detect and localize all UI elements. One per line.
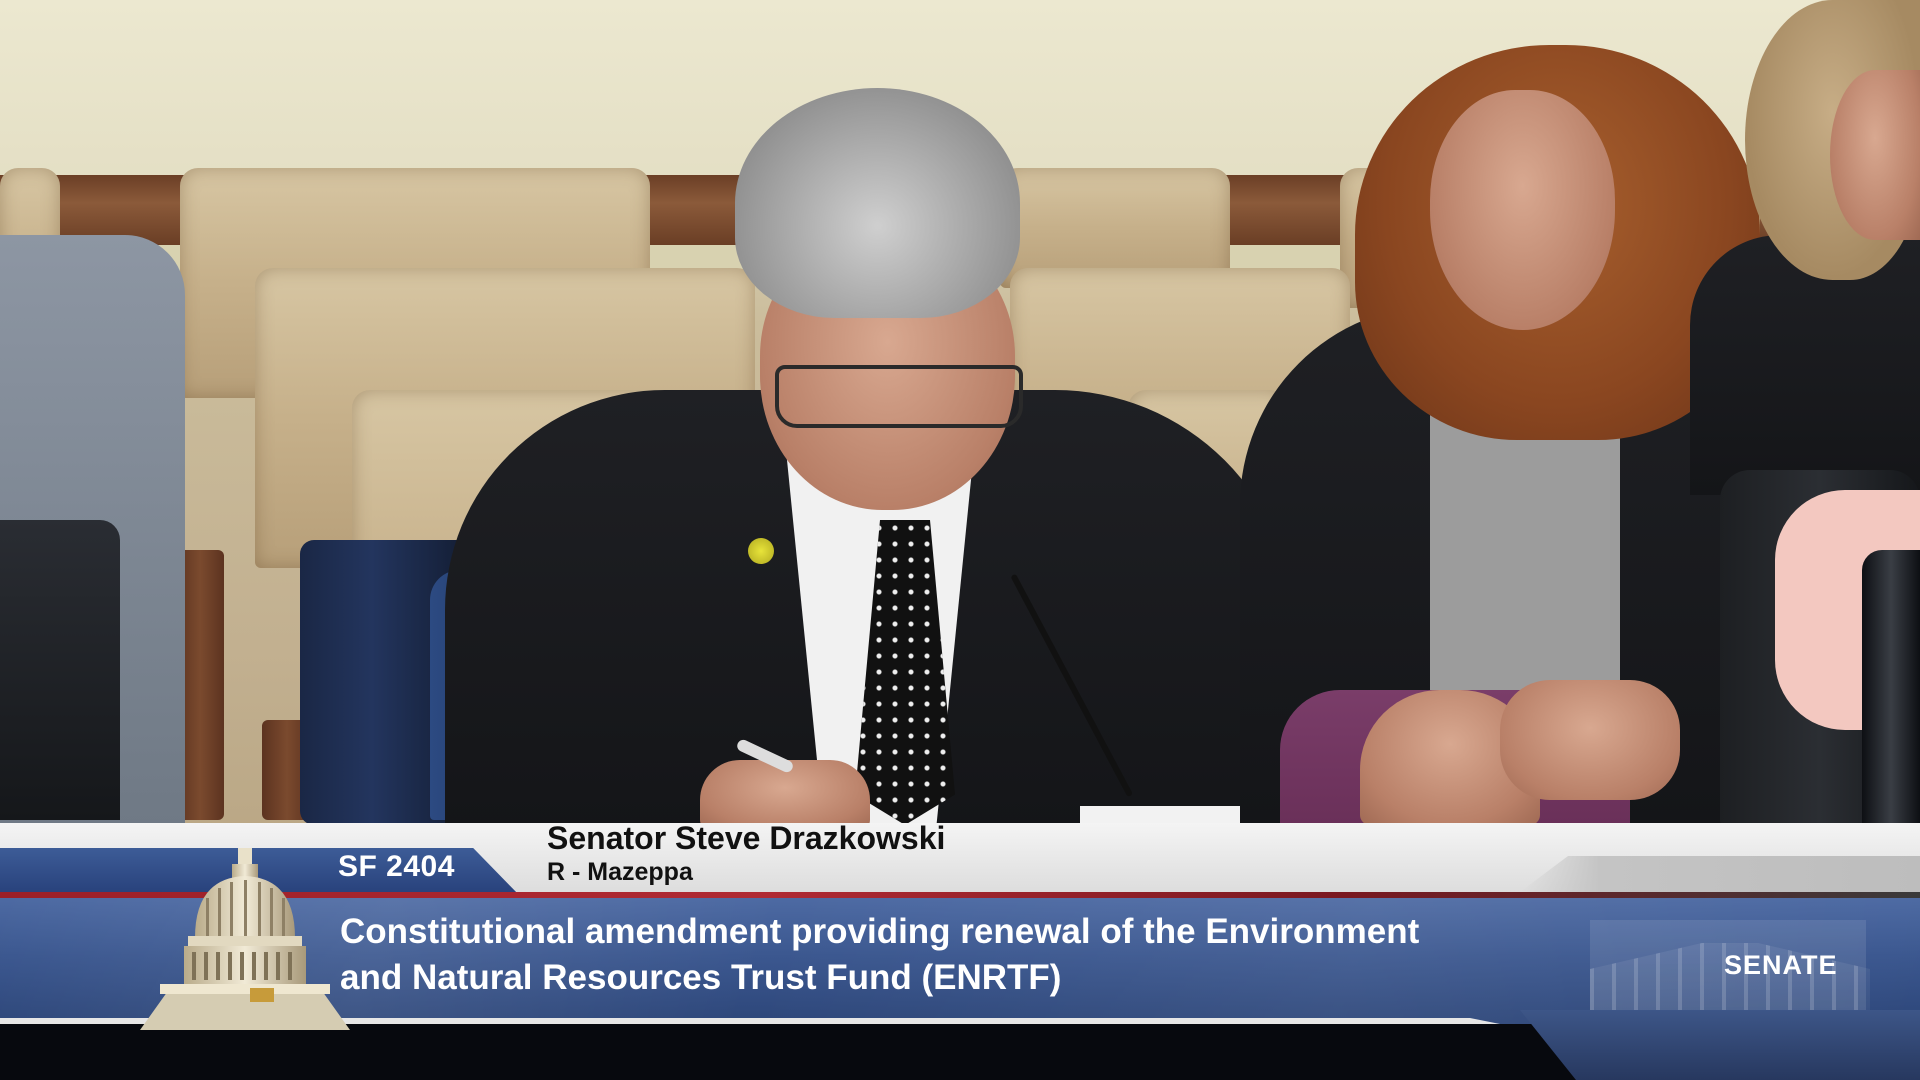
bill-number: SF 2404	[338, 850, 455, 883]
bill-title-line-2: and Natural Resources Trust Fund (ENRTF)	[340, 958, 1062, 997]
office-chair-left	[0, 520, 120, 820]
woman-right-face	[1830, 70, 1920, 240]
water-bottle	[1862, 550, 1920, 825]
woman-right-jacket	[1690, 235, 1920, 495]
name-bar-accent	[1520, 856, 1920, 892]
senator-glasses	[775, 365, 1023, 428]
lapel-pin	[748, 538, 774, 564]
banner-right-wedge	[1520, 1010, 1920, 1080]
bill-title-line-1: Constitutional amendment providing renew…	[340, 912, 1420, 951]
woman-red-hair-hands	[1500, 680, 1680, 800]
chamber-label: SENATE	[1724, 950, 1838, 980]
video-frame: SF 2404 Senator Steve Drazkowski R - Maz…	[0, 0, 1920, 1080]
woman-red-hair-face	[1430, 90, 1615, 330]
senator-hair	[735, 88, 1020, 318]
capitol-dome-icon	[140, 848, 350, 1030]
speaker-affiliation: R - Mazeppa	[547, 858, 693, 886]
speaker-name: Senator Steve Drazkowski	[547, 820, 946, 856]
